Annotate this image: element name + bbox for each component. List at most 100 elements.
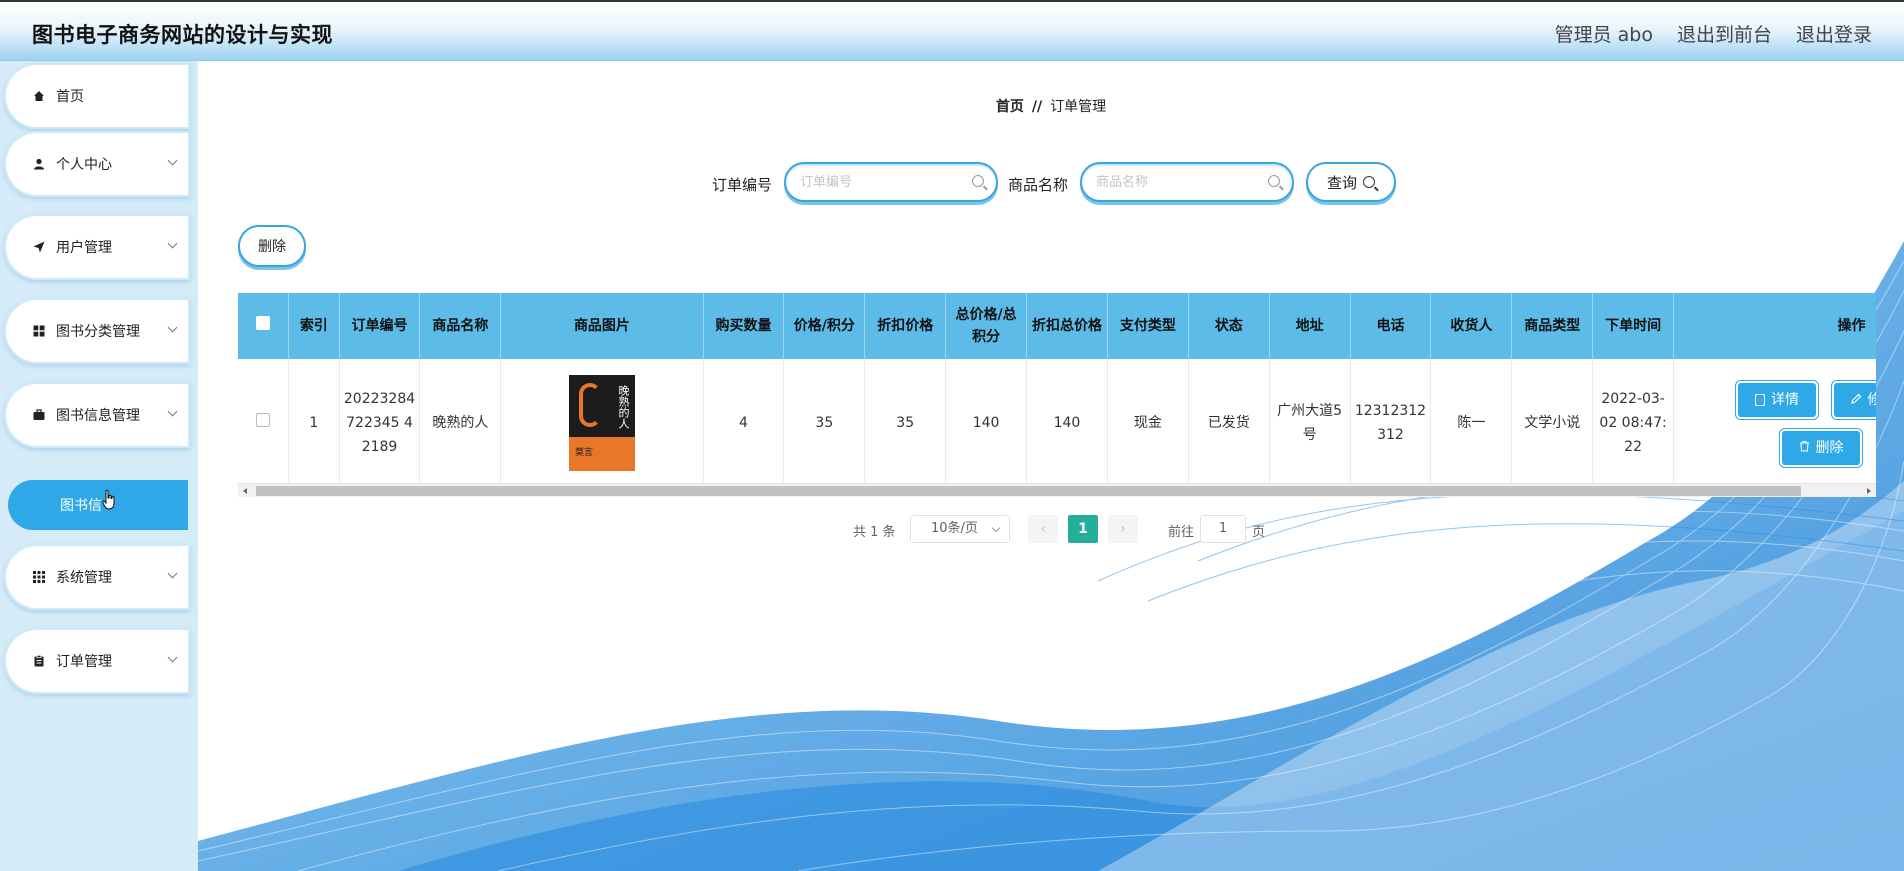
chevron-down-icon xyxy=(167,238,178,249)
pagination: 共 1 条 10条/页 ‹ 1 › 前往 1 页 xyxy=(198,515,1904,543)
order-no-label: 订单编号 xyxy=(712,176,773,194)
sidebar-item-label: 系统管理 xyxy=(56,570,112,586)
scroll-right-icon[interactable] xyxy=(1867,488,1871,494)
product-name-input[interactable] xyxy=(1096,174,1266,190)
to-frontend-link[interactable]: 退出到前台 xyxy=(1677,20,1772,47)
next-page-button[interactable]: › xyxy=(1108,515,1138,543)
pagination-total: 共 1 条 xyxy=(853,525,896,540)
select-all-cell[interactable] xyxy=(238,293,290,359)
sidebar-item-order-management[interactable]: 订单管理 xyxy=(4,628,190,694)
column-header: 索引 xyxy=(288,293,340,359)
page-number-button[interactable]: 1 xyxy=(1068,515,1098,543)
sidebar-item-category-management[interactable]: 图书分类管理 xyxy=(4,298,190,364)
column-header: 购买数量 xyxy=(703,293,785,359)
column-header: 价格/积分 xyxy=(783,293,866,359)
breadcrumb-current: 订单管理 xyxy=(1050,99,1107,115)
user-icon xyxy=(32,157,46,171)
column-header: 下单时间 xyxy=(1592,293,1675,359)
home-icon xyxy=(32,89,46,103)
cell-phone: 12312312312 xyxy=(1350,359,1432,483)
cell-discount-price: 35 xyxy=(864,359,947,483)
page-size-value: 10条/页 xyxy=(931,521,978,536)
trash-icon xyxy=(1799,436,1810,460)
table-horizontal-scrollbar[interactable] xyxy=(238,483,1876,497)
sidebar-item-label: 订单管理 xyxy=(56,654,112,670)
select-all-checkbox[interactable] xyxy=(256,316,271,330)
row-checkbox[interactable] xyxy=(256,412,271,427)
order-no-search-box[interactable] xyxy=(784,162,998,202)
page-size-select[interactable]: 10条/页 xyxy=(910,515,1010,543)
scroll-left-icon[interactable] xyxy=(243,488,247,494)
delete-row-label: 删除 xyxy=(1815,440,1844,456)
sidebar-item-personal-center[interactable]: 个人中心 xyxy=(4,131,190,197)
product-name-label: 商品名称 xyxy=(1008,176,1069,194)
book-cover-image[interactable]: 晚熟的人 莫言 xyxy=(568,374,635,471)
cell-order-no: 20223284722345 42189 xyxy=(339,359,421,483)
sidebar-item-label: 图书分类管理 xyxy=(56,324,140,340)
prev-page-button[interactable]: ‹ xyxy=(1028,515,1058,543)
cell-product-name: 晚熟的人 xyxy=(419,359,502,483)
cell-discount-total: 140 xyxy=(1026,359,1108,483)
batch-delete-button[interactable]: 删除 xyxy=(238,225,306,267)
column-header: 地址 xyxy=(1269,293,1351,359)
chevron-down-icon xyxy=(991,523,1001,533)
row-select-cell[interactable] xyxy=(238,359,290,483)
hand-cursor-icon xyxy=(102,490,115,510)
cell-index: 1 xyxy=(288,359,340,483)
submenu-book-info[interactable]: 图书信 xyxy=(8,480,188,530)
cell-address: 广州大道5号 xyxy=(1269,359,1351,483)
site-title: 图书电子商务网站的设计与实现 xyxy=(32,23,333,47)
send-icon xyxy=(32,240,46,254)
chevron-down-icon xyxy=(167,568,178,579)
query-button-label: 查询 xyxy=(1326,173,1357,192)
sidebar-item-user-management[interactable]: 用户管理 xyxy=(4,214,190,280)
main-content: 首页 // 订单管理 订单编号 商品名称 查询 删除 索引 订单编号 商品名称 商品… xyxy=(198,61,1904,871)
sidebar-item-label: 首页 xyxy=(56,89,84,105)
top-header: 图书电子商务网站的设计与实现 管理员 abo 退出到前台 退出登录 xyxy=(0,0,1904,61)
cell-product-image: 晚熟的人 莫言 xyxy=(500,359,704,483)
delete-row-button[interactable]: 删除 xyxy=(1782,431,1861,465)
cell-actions: 详情 修改 删除 xyxy=(1673,359,1876,483)
column-header: 商品名称 xyxy=(419,293,502,359)
breadcrumb: 首页 // 订单管理 xyxy=(198,96,1904,116)
order-no-input[interactable] xyxy=(800,174,970,190)
sidebar-item-label: 个人中心 xyxy=(56,157,112,173)
chevron-down-icon xyxy=(167,652,178,663)
admin-label: 管理员 abo xyxy=(1554,24,1653,46)
column-header: 收货人 xyxy=(1430,293,1513,359)
query-button[interactable]: 查询 xyxy=(1306,162,1396,202)
column-header: 状态 xyxy=(1188,293,1270,359)
column-header: 支付类型 xyxy=(1107,293,1189,359)
detail-button[interactable]: 详情 xyxy=(1738,383,1817,417)
grid-icon xyxy=(32,324,46,338)
product-name-search-box[interactable] xyxy=(1080,162,1294,202)
breadcrumb-home[interactable]: 首页 xyxy=(996,99,1024,115)
search-icon xyxy=(1363,176,1375,188)
cell-pay-type: 现金 xyxy=(1107,359,1189,483)
chevron-down-icon xyxy=(167,322,178,333)
logout-link[interactable]: 退出登录 xyxy=(1796,20,1872,47)
column-header: 订单编号 xyxy=(339,293,421,359)
scrollbar-thumb[interactable] xyxy=(256,486,1801,496)
cell-order-time: 2022-03-02 08:47:22 xyxy=(1592,359,1675,483)
edit-button[interactable]: 修改 xyxy=(1834,383,1876,417)
document-icon xyxy=(1755,394,1766,406)
cover-title: 晚熟的人 xyxy=(616,384,630,429)
sidebar-item-system-management[interactable]: 系统管理 xyxy=(4,544,190,610)
cell-receiver: 陈一 xyxy=(1430,359,1513,483)
column-header: 电话 xyxy=(1350,293,1432,359)
cell-status: 已发货 xyxy=(1188,359,1270,483)
edit-button-label: 修改 xyxy=(1867,392,1876,408)
cell-product-type: 文学小说 xyxy=(1511,359,1594,483)
column-header: 商品类型 xyxy=(1511,293,1594,359)
column-header: 折扣总价格 xyxy=(1026,293,1108,359)
goto-page-input[interactable]: 1 xyxy=(1200,515,1246,543)
briefcase-icon xyxy=(32,408,46,422)
chevron-down-icon xyxy=(167,155,178,166)
search-icon xyxy=(1268,175,1280,187)
column-header: 操作 xyxy=(1673,293,1876,359)
edit-icon xyxy=(1850,388,1862,412)
column-header: 商品图片 xyxy=(500,293,704,359)
sidebar-item-home[interactable]: 首页 xyxy=(4,63,190,129)
sidebar-item-book-info-management[interactable]: 图书信息管理 xyxy=(4,382,190,448)
